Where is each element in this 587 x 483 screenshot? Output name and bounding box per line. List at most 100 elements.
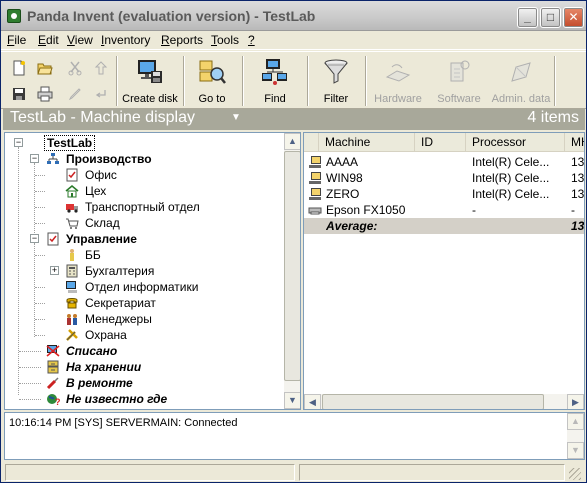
new-document-icon[interactable] <box>11 60 27 76</box>
column-header-mhz[interactable]: MHz <box>565 133 584 152</box>
table-row[interactable]: Epson FX1050 - - <box>304 202 584 218</box>
cell-mhz: 13 <box>571 155 585 169</box>
list-header: Machine ID Processor MHz <box>304 133 584 152</box>
scroll-right-arrow-icon[interactable]: ▶ <box>567 394 584 409</box>
cell-mhz: - <box>571 203 575 217</box>
cut-icon <box>68 61 82 76</box>
svg-text:?: ? <box>55 397 60 406</box>
computer-icon <box>309 172 321 184</box>
tree-node-accounting[interactable]: Бухгалтерия <box>85 263 154 279</box>
column-header-machine[interactable]: Machine <box>319 133 415 152</box>
toolbar-separator <box>554 56 556 106</box>
title-bar[interactable]: Panda Invent (evaluation version) - Test… <box>1 1 586 31</box>
admin-data-icon <box>511 62 531 82</box>
storage-icon <box>47 360 59 374</box>
scroll-down-arrow-icon[interactable]: ▼ <box>284 392 300 409</box>
tree-node-in-repair[interactable]: В ремонте <box>66 375 133 391</box>
tree-node-security[interactable]: Охрана <box>85 327 127 343</box>
create-disk-button[interactable]: Create disk <box>119 54 181 108</box>
tree-node-secretariat[interactable]: Секретариат <box>85 295 156 311</box>
go-to-label: Go to <box>198 93 226 105</box>
scroll-up-arrow-icon[interactable]: ▲ <box>284 133 300 150</box>
tree-guide-line <box>34 243 35 337</box>
hardware-button: Hardware <box>368 54 428 108</box>
scroll-thumb[interactable] <box>284 151 300 381</box>
printer-icon <box>308 207 322 215</box>
tree-node-written-off[interactable]: Списано <box>66 343 117 359</box>
tree-node-in-storage[interactable]: На хранении <box>66 359 141 375</box>
org-structure-icon <box>47 153 59 164</box>
tree-node-warehouse[interactable]: Склад <box>85 215 120 231</box>
scroll-up-arrow-icon[interactable]: ▲ <box>567 413 584 430</box>
scroll-down-arrow-icon[interactable]: ▼ <box>567 442 584 459</box>
up-level-icon <box>94 61 108 75</box>
scroll-left-arrow-icon[interactable]: ◀ <box>304 394 321 409</box>
menu-reports[interactable]: Reports <box>161 33 203 47</box>
view-dropdown-icon[interactable]: ▼ <box>231 112 241 123</box>
tree-node-unknown[interactable]: Не известно где <box>66 391 167 407</box>
tree-collapse-toggle[interactable]: − <box>14 138 23 147</box>
admin-data-label: Admin. data <box>491 93 551 105</box>
table-row[interactable]: WIN98 Intel(R) Cele... 13 <box>304 170 585 186</box>
go-to-icon <box>199 60 226 84</box>
software-label: Software <box>437 93 481 105</box>
menu-view[interactable]: View <box>67 33 93 47</box>
menu-bar: File Edit View Inventory Reports Tools ? <box>1 31 586 50</box>
tree-expand-toggle[interactable]: + <box>50 266 59 275</box>
menu-edit[interactable]: Edit <box>38 33 59 47</box>
software-icon <box>450 60 470 82</box>
toolbar-separator <box>116 56 118 106</box>
save-icon[interactable] <box>11 86 27 102</box>
computer-icon <box>309 188 321 200</box>
resize-grip-icon[interactable] <box>569 468 581 480</box>
cell-processor: Intel(R) Cele... <box>472 171 550 185</box>
globe-question-icon: ? <box>47 394 60 406</box>
scroll-thumb[interactable] <box>322 394 544 409</box>
cell-mhz: 13 <box>571 171 585 185</box>
average-mhz: 13 <box>571 219 585 233</box>
log-scrollbar[interactable]: ▲ ▼ <box>567 413 584 459</box>
tree-node-office[interactable]: Офис <box>85 167 117 183</box>
print-icon[interactable] <box>37 86 53 102</box>
column-header-processor[interactable]: Processor <box>466 133 565 152</box>
column-header-icon[interactable] <box>304 133 319 152</box>
menu-tools[interactable]: Tools <box>211 33 239 47</box>
truck-icon <box>66 204 78 213</box>
tree-collapse-toggle[interactable]: − <box>30 234 39 243</box>
toolbar-separator <box>365 56 367 106</box>
tree-node-shop[interactable]: Цех <box>85 183 106 199</box>
close-button[interactable]: ✕ <box>563 7 584 28</box>
table-row[interactable]: ZERO Intel(R) Cele... 13 <box>304 186 584 202</box>
tree-node-management[interactable]: Управление <box>66 231 137 247</box>
app-window: Panda Invent (evaluation version) - Test… <box>0 0 587 483</box>
written-off-computer-icon <box>46 345 60 357</box>
menu-file[interactable]: File <box>7 33 26 47</box>
tree-collapse-toggle[interactable]: − <box>30 154 39 163</box>
tree-node-transport[interactable]: Транспортный отдел <box>85 199 200 215</box>
edit-pencil-icon <box>68 88 81 101</box>
minimize-button[interactable]: _ <box>517 7 538 28</box>
tree-node-root[interactable]: TestLab <box>43 135 96 151</box>
maximize-button[interactable]: □ <box>540 7 561 28</box>
management-checklist-icon <box>47 232 59 246</box>
tree-node-it-dept[interactable]: Отдел информатики <box>85 279 198 295</box>
cell-processor: Intel(R) Cele... <box>472 155 550 169</box>
tree-node-bb[interactable]: ББ <box>85 247 101 263</box>
list-horizontal-scrollbar[interactable]: ◀ ▶ <box>304 394 584 409</box>
filter-button[interactable]: Filter <box>310 54 362 108</box>
tree-scrollbar[interactable]: ▲ ▼ <box>284 133 300 409</box>
go-to-button[interactable]: Go to <box>186 54 238 108</box>
open-folder-icon[interactable] <box>37 60 53 76</box>
menu-help[interactable]: ? <box>248 33 255 47</box>
cell-machine: Epson FX1050 <box>326 203 406 217</box>
table-row[interactable]: AAAA Intel(R) Cele... 13 <box>304 154 585 170</box>
toolbar-separator <box>307 56 309 106</box>
tree-node-managers[interactable]: Менеджеры <box>85 311 152 327</box>
filter-funnel-icon <box>324 59 348 84</box>
find-button[interactable]: Find <box>245 54 305 108</box>
column-header-id[interactable]: ID <box>415 133 466 152</box>
view-title[interactable]: TestLab - Machine display <box>10 109 195 127</box>
tree-node-production[interactable]: Производство <box>66 151 152 167</box>
menu-inventory[interactable]: Inventory <box>101 33 150 47</box>
telephone-icon <box>66 298 78 309</box>
